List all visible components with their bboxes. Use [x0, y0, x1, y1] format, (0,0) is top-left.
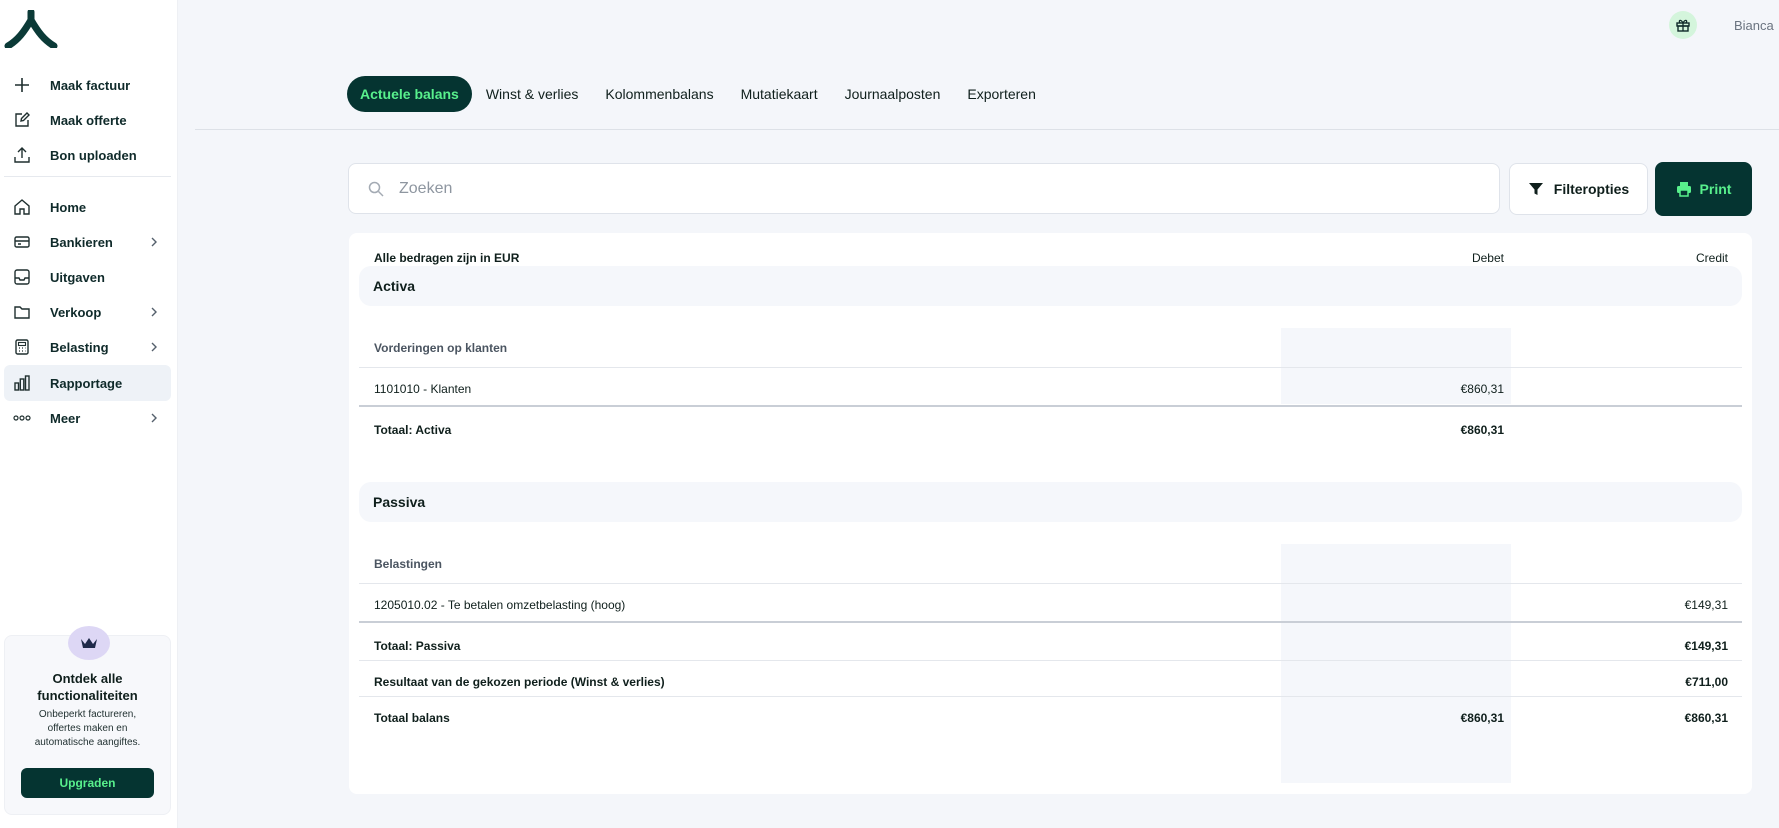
search-input[interactable]: [399, 179, 1399, 198]
search-icon: [368, 181, 384, 197]
currency-note: Alle bedragen zijn in EUR: [374, 251, 520, 265]
row-divider: [359, 696, 1742, 697]
bar-chart-icon: [12, 373, 32, 393]
account-row-credit: €149,31: [1684, 598, 1728, 612]
account-row-label[interactable]: 1205010.02 - Te betalen omzetbelasting (…: [374, 598, 625, 612]
row-divider: [359, 583, 1742, 584]
group-heading: Vorderingen op klanten: [374, 341, 508, 355]
sidebar-item-uitgaven[interactable]: Uitgaven: [4, 259, 171, 295]
make-quote-button[interactable]: Maak offerte: [4, 102, 171, 138]
sidebar-item-rapportage[interactable]: Rapportage: [4, 365, 171, 401]
total-passiva-credit: €149,31: [1684, 639, 1728, 653]
nav-label: Maak offerte: [50, 112, 127, 128]
column-header-debet: Debet: [1471, 251, 1504, 265]
plus-icon: [12, 75, 32, 95]
gift-button[interactable]: [1669, 11, 1697, 39]
chevron-right-icon: [151, 237, 157, 247]
gift-icon: [1676, 19, 1690, 32]
upgrade-button[interactable]: Upgraden: [21, 768, 154, 798]
upload-receipt-button[interactable]: Bon uploaden: [4, 137, 171, 173]
nav-label: Maak factuur: [50, 77, 131, 93]
upload-icon: [12, 145, 32, 165]
row-divider: [359, 660, 1742, 661]
sidebar-item-meer[interactable]: Meer: [4, 400, 171, 436]
tab-kolommenbalans[interactable]: Kolommenbalans: [605, 86, 713, 102]
sidebar-divider: [4, 176, 171, 177]
tab-winst-verlies[interactable]: Winst & verlies: [486, 86, 579, 102]
sidebar-item-home[interactable]: Home: [4, 189, 171, 225]
section-title: Activa: [373, 278, 416, 294]
chevron-right-icon: [151, 342, 157, 352]
user-name[interactable]: Bianca: [1734, 18, 1774, 33]
section-activa: Activa: [359, 266, 1742, 306]
nav-label: Verkoop: [50, 304, 102, 320]
section-title: Passiva: [373, 494, 426, 510]
credit-card-icon: [12, 232, 32, 252]
group-heading: Belastingen: [374, 557, 443, 571]
debit-column-shade-passiva: [1281, 544, 1511, 783]
total-activa-label: Totaal: Activa: [374, 423, 452, 437]
sidebar-item-verkoop[interactable]: Verkoop: [4, 294, 171, 330]
calculator-icon: [12, 337, 32, 357]
filter-options-button[interactable]: Filteropties: [1509, 163, 1648, 215]
printer-icon: [1676, 182, 1691, 197]
brand-logo-icon[interactable]: [4, 10, 58, 48]
upgrade-promo-card: Ontdek alle functionaliteiten Onbeperkt …: [4, 626, 171, 815]
nav-label: Rapportage: [50, 375, 123, 391]
row-divider: [359, 367, 1742, 368]
tab-mutatiekaart[interactable]: Mutatiekaart: [741, 86, 818, 102]
nav-label: Bankieren: [50, 234, 113, 250]
search-box: [348, 163, 1500, 214]
dots-icon: [12, 408, 32, 428]
make-invoice-button[interactable]: Maak factuur: [4, 67, 171, 103]
sidebar-item-belasting[interactable]: Belasting: [4, 329, 171, 365]
sidebar-item-bankieren[interactable]: Bankieren: [4, 224, 171, 260]
filter-label: Filteropties: [1553, 181, 1630, 197]
sidebar: Maak factuur Maak offerte Bon uploaden H…: [0, 0, 178, 828]
folder-icon: [12, 302, 32, 322]
total-balance-credit: €860,31: [1684, 711, 1728, 725]
tab-exporteren[interactable]: Exporteren: [967, 86, 1035, 102]
chevron-right-icon: [151, 307, 157, 317]
nav-label: Bon uploaden: [50, 147, 137, 163]
filter-icon: [1528, 183, 1543, 195]
total-balance-debet: €860,31: [1460, 711, 1504, 725]
report-tabs: Actuele balans Winst & verlies Kolommenb…: [347, 74, 1063, 114]
balance-report: Alle bedragen zijn in EUR Debet Credit A…: [349, 233, 1752, 794]
nav-label: Home: [50, 199, 87, 215]
chevron-right-icon: [151, 413, 157, 423]
section-passiva: Passiva: [359, 482, 1742, 522]
edit-icon: [12, 110, 32, 130]
print-button[interactable]: Print: [1655, 162, 1752, 216]
tab-journaalposten[interactable]: Journaalposten: [845, 86, 941, 102]
print-label: Print: [1699, 181, 1732, 197]
crown-icon: [68, 626, 110, 660]
tab-actuele-balans[interactable]: Actuele balans: [347, 76, 472, 112]
nav-label: Uitgaven: [50, 269, 105, 285]
home-icon: [12, 197, 32, 217]
column-header-credit: Credit: [1695, 251, 1728, 265]
tabs-divider: [195, 129, 1779, 130]
period-result-label: Resultaat van de gekozen periode (Winst …: [374, 675, 665, 689]
promo-description: Onbeperkt factureren, offertes maken en …: [34, 709, 141, 748]
total-passiva-label: Totaal: Passiva: [374, 639, 461, 653]
total-balance-label: Totaal balans: [374, 711, 450, 725]
total-divider: [359, 621, 1742, 623]
nav-label: Belasting: [50, 339, 109, 355]
nav-label: Meer: [50, 410, 81, 426]
account-row-label[interactable]: 1101010 - Klanten: [374, 382, 471, 396]
total-activa-debet: €860,31: [1460, 423, 1504, 437]
inbox-icon: [12, 267, 32, 287]
total-divider: [359, 405, 1742, 407]
account-row-debet: €860,31: [1460, 382, 1504, 396]
period-result-credit: €711,00: [1685, 675, 1728, 689]
promo-title: Ontdek alle functionaliteiten: [37, 671, 138, 703]
